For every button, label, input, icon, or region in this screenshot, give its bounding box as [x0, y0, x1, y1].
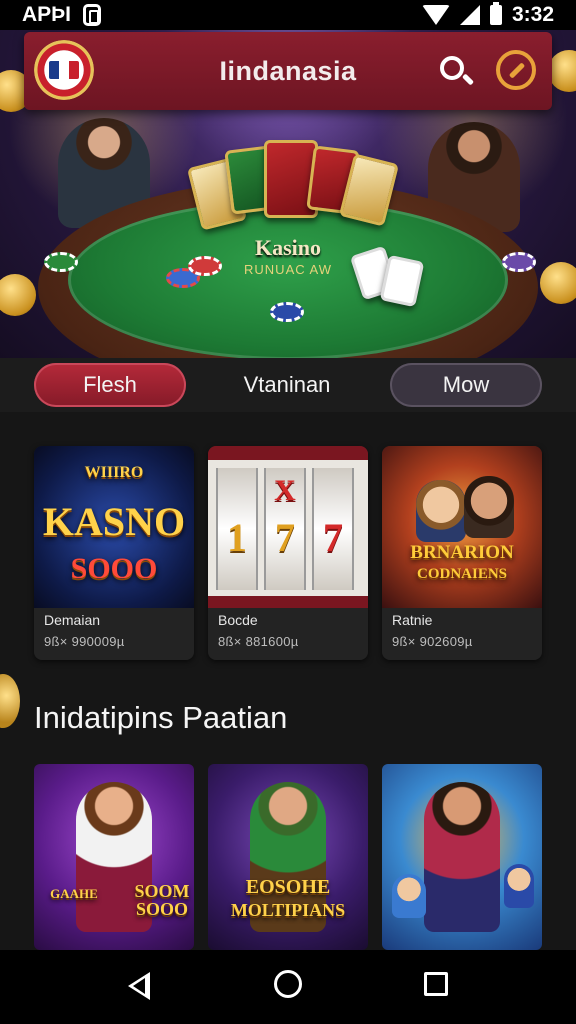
game-info: Bocde 8ß× 881600µ: [218, 612, 362, 649]
slot-reel: X 7: [264, 468, 306, 590]
game-thumbnail: WIIIRO KASNO SOOO: [34, 446, 194, 608]
promo-card[interactable]: [382, 764, 542, 950]
top-app-bar: Iindanasia: [24, 32, 552, 110]
game-thumbnail: 1 X 7 7: [208, 446, 368, 608]
game-card[interactable]: 1 X 7 7 Bocde 8ß× 881600µ: [208, 446, 368, 660]
bonus-button[interactable]: [496, 50, 536, 90]
game-thumbnail: BRNARION CODNAIENS: [382, 446, 542, 608]
search-icon: [440, 56, 464, 80]
slot-symbol: 1: [227, 515, 247, 560]
table-subtitle: RUNUAC AW: [244, 262, 332, 277]
system-nav-bar: [0, 950, 576, 1024]
game-card[interactable]: WIIIRO KASNO SOOO Demaian 9ß× 990009µ: [34, 446, 194, 660]
slot-symbol: X: [274, 474, 296, 507]
game-meta: 9ß× 902609µ: [392, 634, 473, 649]
promo-card[interactable]: GAAHE SOOM SOOO: [34, 764, 194, 950]
slot-reel: 7: [312, 468, 354, 590]
bonus-icon: [508, 62, 526, 79]
status-left: APÞI: [22, 3, 102, 27]
search-button[interactable]: [436, 52, 476, 92]
app-screen: APÞI 3:32 Kasino RUNUAC AW Iindanasia Fl…: [0, 0, 576, 1024]
thumb-main-text: BRNARION: [410, 542, 514, 563]
promo-row: GAAHE SOOM SOOO EOSOHE MOLTIPIANS: [34, 764, 544, 950]
promo-label: SOOM SOOO: [134, 881, 190, 919]
status-time: 3:32: [511, 3, 554, 26]
character-image: [392, 874, 426, 918]
poker-table-felt: [68, 200, 508, 358]
home-icon[interactable]: [274, 970, 302, 998]
gold-coin-icon: [0, 674, 20, 728]
wifi-icon: [421, 5, 450, 25]
game-name: Ratnie: [392, 612, 433, 628]
character-image: [504, 864, 534, 908]
tab-vtaninan[interactable]: Vtaninan: [212, 363, 362, 407]
section-title: Inidatipins Paatian: [34, 700, 288, 735]
promo-card[interactable]: EOSOHE MOLTIPIANS: [208, 764, 368, 950]
game-info: Demaian 9ß× 990009µ: [44, 612, 188, 649]
search-icon-handle: [461, 73, 475, 86]
promo-label: MOLTIPIANS: [230, 900, 346, 920]
game-info: Ratnie 9ß× 902609µ: [392, 612, 536, 649]
category-tabs: Flesh Vtaninan Mow: [0, 358, 576, 412]
slot-reel: 1: [216, 468, 258, 590]
game-meta: 9ß× 990009µ: [44, 634, 125, 649]
game-name: Bocde: [218, 612, 258, 628]
poker-chip-icon: [270, 302, 304, 322]
games-row: WIIIRO KASNO SOOO Demaian 9ß× 990009µ 1 …: [34, 446, 544, 660]
slot-symbol: 7: [323, 515, 343, 560]
promo-label: EOSOHE: [245, 876, 331, 898]
battery-icon: [489, 2, 502, 25]
status-right: 3:32: [421, 2, 554, 27]
tab-mow[interactable]: Mow: [390, 363, 542, 407]
game-card[interactable]: BRNARION CODNAIENS Ratnie 9ß× 902609µ: [382, 446, 542, 660]
status-bar: APÞI 3:32: [0, 0, 576, 30]
slot-symbol: 7: [275, 515, 295, 560]
sim-card-icon: [83, 4, 102, 26]
thumb-top-text: WIIIRO: [84, 464, 144, 481]
back-icon[interactable]: [128, 972, 150, 1000]
status-left-text: APÞI: [22, 3, 72, 26]
thumb-main-text: KASNO: [42, 499, 186, 544]
game-meta: 8ß× 881600µ: [218, 634, 299, 649]
thumb-sub-text: SOOO: [70, 552, 158, 585]
tab-flesh[interactable]: Flesh: [34, 363, 186, 407]
game-name: Demaian: [44, 612, 101, 628]
table-title: Kasino: [254, 235, 322, 260]
character-image: [416, 480, 466, 542]
character-image: [424, 782, 500, 932]
signal-icon: [459, 5, 480, 25]
character-image: [464, 476, 514, 538]
thumb-sub-text: CODNAIENS: [416, 566, 507, 582]
recents-icon[interactable]: [424, 972, 448, 996]
